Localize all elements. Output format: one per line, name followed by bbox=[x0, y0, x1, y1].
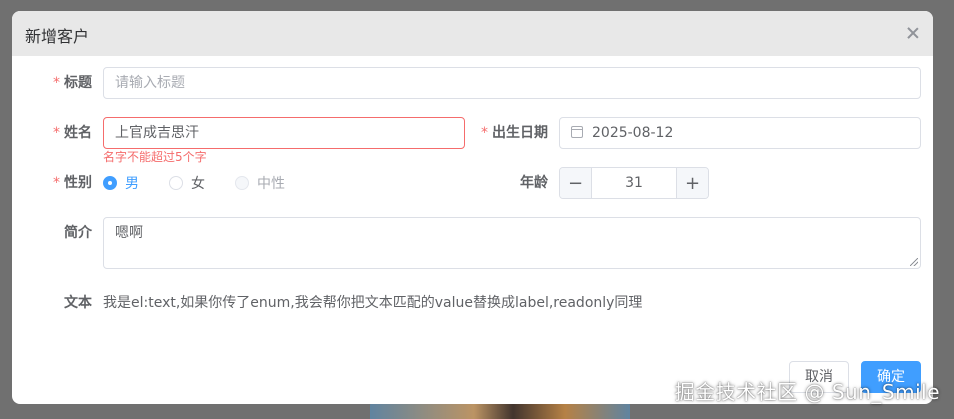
age-stepper: − 31 + bbox=[559, 167, 709, 199]
name-error-message: 名字不能超过5个字 bbox=[103, 150, 207, 164]
age-value[interactable]: 31 bbox=[592, 168, 676, 198]
text-label: 文本 bbox=[64, 295, 92, 311]
add-customer-dialog: 新增客户 * 标题 请输入标题 * 姓名 上官成吉思汗 名字不能超过5个字 * 出生日… bbox=[12, 11, 933, 404]
intro-label: 简介 bbox=[64, 225, 92, 241]
dialog-title: 新增客户 bbox=[25, 27, 90, 46]
calendar-icon bbox=[571, 126, 583, 138]
watermark: 掘金技术社区 @ Sun_Smile bbox=[674, 380, 940, 404]
resize-handle-icon[interactable] bbox=[910, 258, 918, 266]
close-icon[interactable] bbox=[905, 25, 921, 41]
gender-label: * 性别 bbox=[53, 175, 92, 191]
birth-date-label: * 出生日期 bbox=[481, 125, 548, 141]
gender-radio-female[interactable]: 女 bbox=[169, 173, 205, 193]
dialog-header: 新增客户 bbox=[12, 11, 933, 56]
gender-radio-neutral: 中性 bbox=[235, 173, 285, 193]
gender-radio-group: 男 女 中性 bbox=[103, 167, 315, 199]
gender-radio-male[interactable]: 男 bbox=[103, 173, 139, 193]
text-value: 我是el:text,如果你传了enum,我会帮你把文本匹配的value替换成la… bbox=[103, 295, 643, 311]
intro-textarea[interactable]: 嗯啊 bbox=[103, 217, 921, 269]
age-increase-button[interactable]: + bbox=[676, 168, 708, 198]
name-label: * 姓名 bbox=[53, 125, 92, 141]
title-label: * 标题 bbox=[53, 75, 92, 91]
title-input[interactable]: 请输入标题 bbox=[103, 67, 921, 99]
birth-date-picker[interactable]: 2025-08-12 bbox=[559, 117, 921, 149]
age-decrease-button[interactable]: − bbox=[560, 168, 592, 198]
age-label: 年龄 bbox=[520, 175, 548, 191]
name-input[interactable]: 上官成吉思汗 bbox=[103, 117, 465, 149]
